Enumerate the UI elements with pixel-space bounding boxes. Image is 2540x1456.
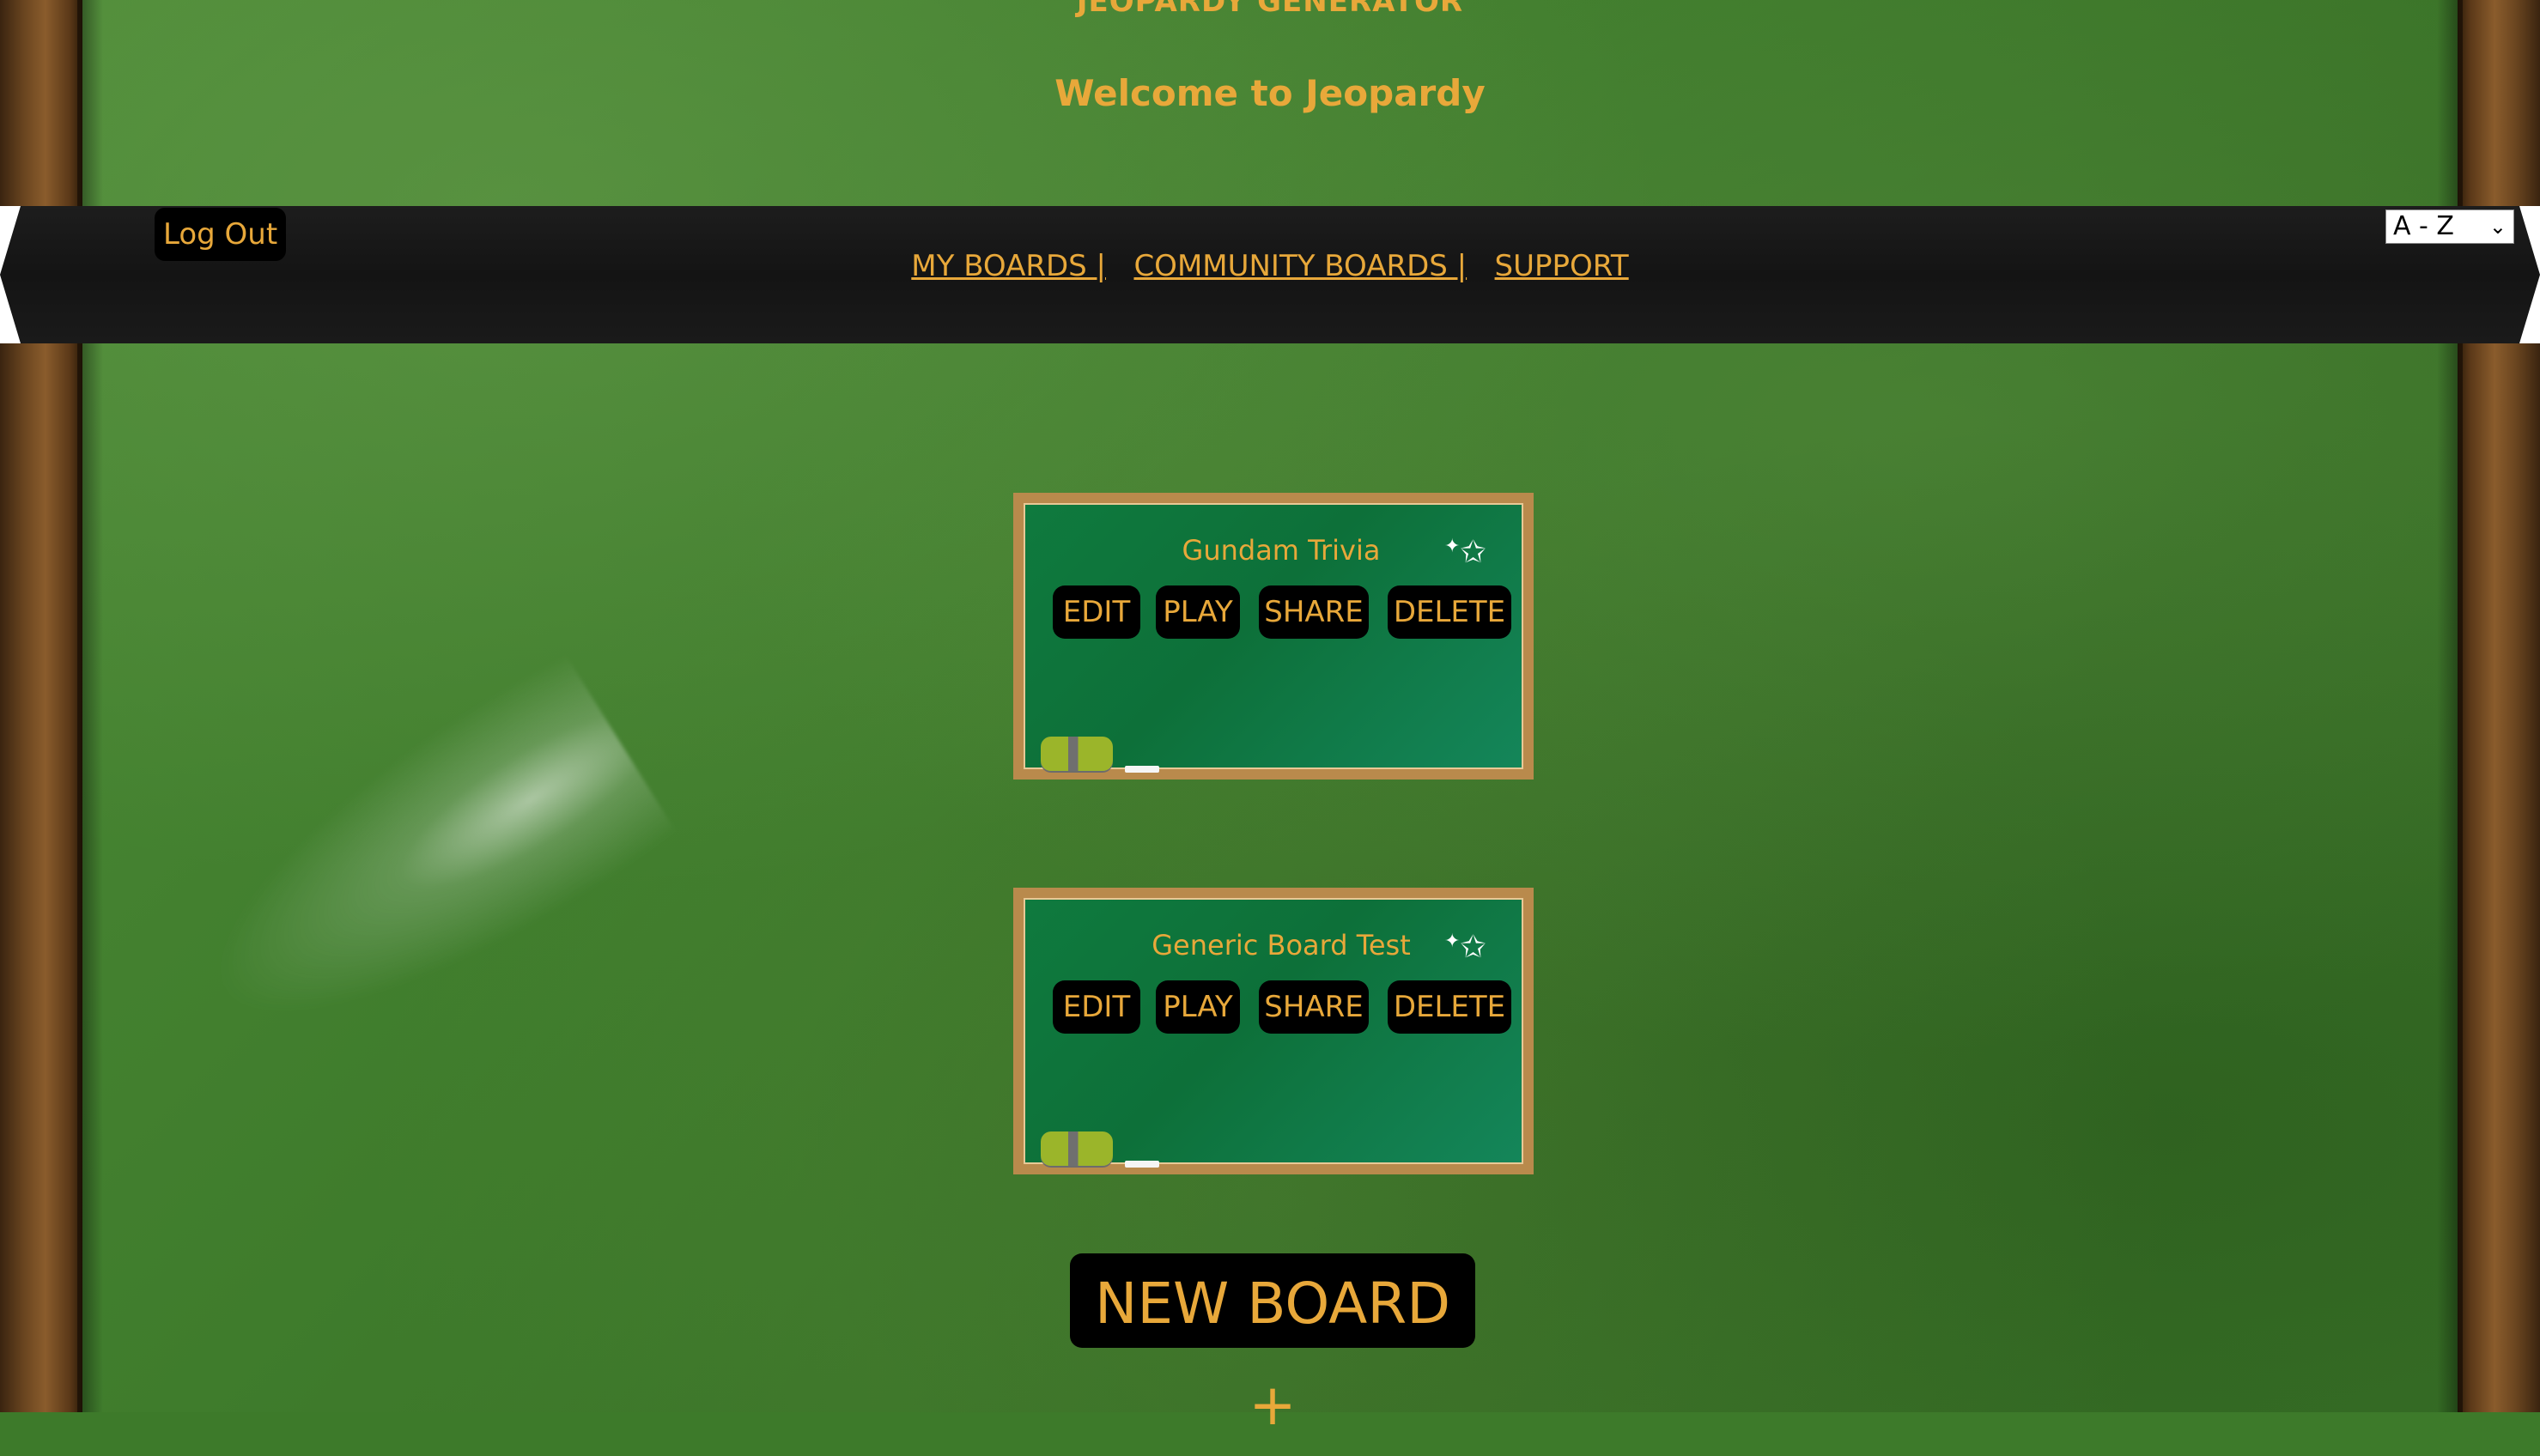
sort-select[interactable]: A - Z ⌄ (2385, 209, 2514, 244)
edit-button[interactable]: EDIT (1053, 980, 1140, 1034)
nav-link-support[interactable]: SUPPORT (1495, 249, 1629, 283)
delete-button[interactable]: DELETE (1388, 980, 1511, 1034)
share-button[interactable]: SHARE (1259, 980, 1369, 1034)
edit-button[interactable]: EDIT (1053, 585, 1140, 639)
play-button[interactable]: PLAY (1156, 980, 1240, 1034)
chalk-icon (1125, 1161, 1159, 1168)
new-board-button[interactable]: NEW BOARD + (1070, 1253, 1475, 1438)
play-button[interactable]: PLAY (1156, 585, 1240, 639)
welcome-heading: Welcome to Jeopardy (1054, 72, 1486, 114)
nav-link-my-boards[interactable]: MY BOARDS | (911, 249, 1106, 283)
chevron-down-icon: ⌄ (2488, 215, 2507, 239)
board-card: Gundam Trivia ✦✩ EDIT PLAY SHARE DELETE (1013, 493, 1534, 780)
delete-button[interactable]: DELETE (1388, 585, 1511, 639)
eraser-icon (1041, 737, 1113, 771)
chalk-icon (1125, 766, 1159, 773)
star-icon: ✦✩ (1444, 930, 1486, 965)
nav-link-community-boards[interactable]: COMMUNITY BOARDS | (1133, 249, 1467, 283)
board-card: Generic Board Test ✦✩ EDIT PLAY SHARE DE… (1013, 888, 1534, 1174)
sort-select-value: A - Z (2393, 211, 2454, 241)
nav-links: MY BOARDS | COMMUNITY BOARDS | SUPPORT (0, 249, 2540, 283)
share-button[interactable]: SHARE (1259, 585, 1369, 639)
eraser-icon (1041, 1131, 1113, 1166)
site-title: JEOPARDY GENERATOR (1076, 0, 1464, 19)
star-icon: ✦✩ (1444, 535, 1486, 570)
